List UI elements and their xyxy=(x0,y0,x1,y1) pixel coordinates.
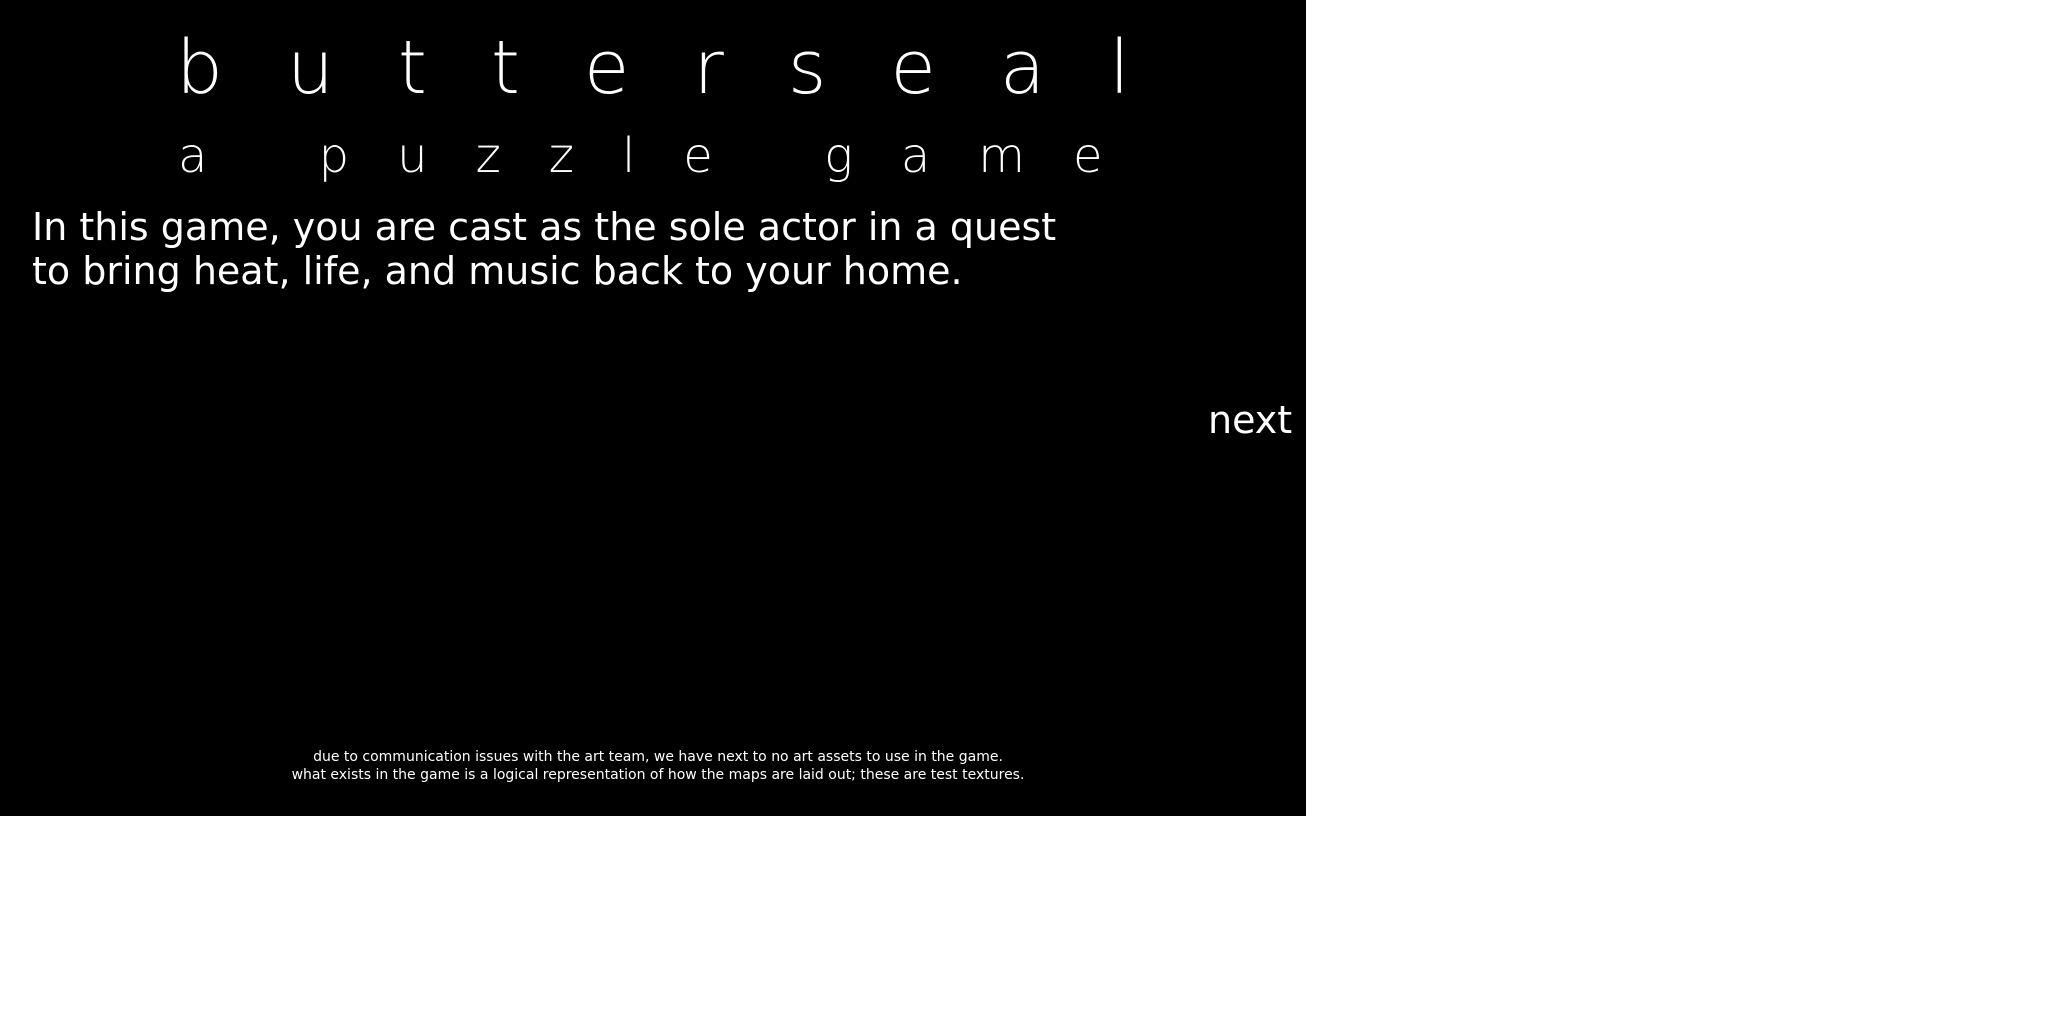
art-notice: due to communication issues with the art… xyxy=(0,748,1316,784)
intro-line: to bring heat, life, and music back to y… xyxy=(32,249,963,293)
game-subtitle: a puzzle game xyxy=(178,128,1151,184)
notice-line: what exists in the game is a logical rep… xyxy=(291,767,1025,783)
intro-line: In this game, you are cast as the sole a… xyxy=(32,205,1057,249)
intro-text: In this game, you are cast as the sole a… xyxy=(32,205,1132,293)
next-button[interactable]: next xyxy=(1208,398,1292,442)
game-title: butterseal xyxy=(176,25,1194,111)
notice-line: due to communication issues with the art… xyxy=(313,749,1003,765)
game-screen: butterseal a puzzle game In this game, y… xyxy=(0,0,1306,816)
